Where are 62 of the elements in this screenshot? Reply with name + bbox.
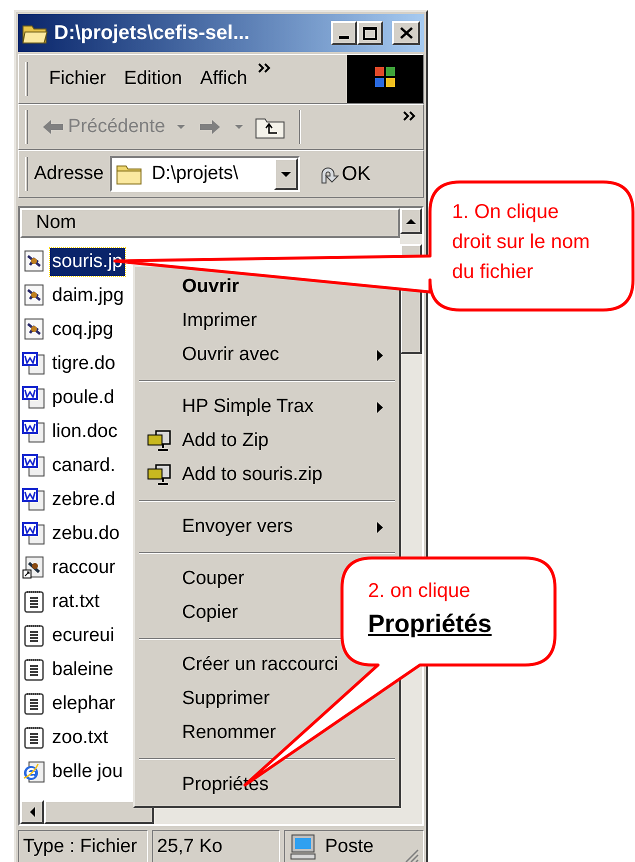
file-name[interactable]: zebu.do (50, 520, 122, 548)
file-name[interactable]: belle jou (50, 758, 125, 786)
callout-text: 1. On clique droit sur le nom du fichier (452, 200, 590, 285)
file-name[interactable]: raccour (50, 554, 118, 582)
file-name[interactable]: poule.d (50, 384, 116, 412)
status-text: 25,7 Ko (157, 834, 222, 859)
callout-text: 2. on clique (368, 579, 470, 604)
caret-icon (280, 172, 291, 176)
callout-emphasis: Propriétés (368, 609, 492, 640)
forward-arrow-icon[interactable] (199, 119, 222, 135)
menu-item[interactable]: Edition (117, 64, 190, 94)
file-name[interactable]: lion.doc (50, 418, 120, 446)
resize-grip-icon[interactable] (403, 847, 419, 862)
dropdown-button[interactable] (274, 158, 298, 190)
file-name[interactable]: zoo.txt (50, 724, 110, 752)
menu-item[interactable]: Affich (193, 64, 254, 94)
address-value: D:\projets\ (152, 162, 238, 186)
go-button[interactable]: OK (318, 159, 371, 189)
minimize-icon (339, 36, 349, 39)
menu-item[interactable]: Add to Zip (137, 424, 397, 458)
menu-item[interactable]: Imprimer (137, 304, 397, 338)
window-title: D:\projets\cefis-sel... (54, 21, 251, 46)
menu-item[interactable]: HP Simple Trax (137, 390, 397, 424)
back-arrow-icon (42, 119, 64, 135)
scroll-left-button[interactable] (20, 800, 44, 824)
file-name[interactable]: baleine (50, 656, 116, 684)
scroll-left-icon (30, 807, 34, 817)
scroll-up-button[interactable] (400, 208, 422, 234)
file-name[interactable]: souris.jp (50, 248, 125, 276)
menu-item[interactable]: Ouvrir avec (137, 338, 397, 372)
file-name[interactable]: rat.txt (50, 588, 102, 616)
scrollbar-thumb[interactable] (44, 800, 154, 824)
file-name[interactable]: tigre.do (50, 350, 118, 378)
address-label: Adresse (34, 162, 104, 186)
status-text: Poste (325, 834, 374, 859)
file-name[interactable]: daim.jpg (50, 282, 126, 310)
file-name[interactable]: coq.jpg (50, 316, 116, 344)
maximize-button[interactable] (357, 21, 383, 45)
menu-item[interactable]: Supprimer (137, 682, 397, 716)
maximize-icon (363, 26, 377, 40)
address-field[interactable]: D:\projets\ (110, 156, 300, 192)
menu-item[interactable]: Add to souris.zip (137, 458, 397, 492)
menu-item[interactable]: Envoyer vers (137, 510, 397, 544)
computer-icon (289, 834, 317, 860)
scroll-up-icon (406, 218, 416, 224)
menu-item[interactable]: Fichier (42, 64, 114, 94)
folder-icon (116, 163, 142, 185)
file-name[interactable]: zebre.d (50, 486, 118, 514)
minimize-button[interactable] (331, 21, 357, 45)
file-name[interactable]: elephar (50, 690, 118, 718)
menu-item[interactable]: Renommer (137, 716, 397, 750)
status-text: Type : Fichier (23, 834, 138, 859)
close-icon (400, 27, 412, 39)
caret-icon[interactable] (235, 125, 244, 129)
caret-icon[interactable] (177, 125, 186, 129)
column-header[interactable]: Nom (20, 208, 400, 238)
chevron-icon[interactable] (258, 63, 272, 73)
menu-item[interactable]: Propriétés (137, 768, 397, 802)
file-name[interactable]: ecureui (50, 622, 116, 650)
chevron-icon[interactable] (403, 111, 417, 121)
close-button[interactable] (392, 21, 420, 45)
file-name[interactable]: canard. (50, 452, 118, 480)
